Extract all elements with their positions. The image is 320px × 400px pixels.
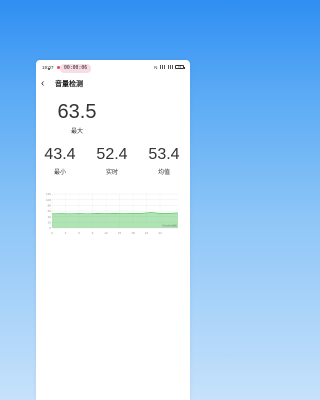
y-tick-label: 100 bbox=[46, 198, 51, 202]
y-tick-label: 40 bbox=[48, 215, 52, 219]
status-left: 19:07 bbox=[42, 65, 60, 70]
dot-icon bbox=[48, 68, 50, 70]
max-label: 最大 bbox=[70, 129, 83, 135]
stat-min: 43.4 最小 bbox=[38, 146, 82, 176]
wifi-icon bbox=[160, 65, 165, 69]
timer-badge: 00:00:06 bbox=[60, 64, 92, 73]
battery-level: 73 bbox=[177, 65, 182, 69]
x-tick-label: 0 bbox=[51, 231, 53, 235]
stat-realtime-label: 实时 bbox=[105, 170, 118, 176]
status-right: N 73 bbox=[154, 64, 185, 70]
x-tick-label: 15 bbox=[118, 231, 122, 235]
battery-icon: 73 bbox=[175, 64, 185, 70]
x-tick-label: 6 bbox=[78, 231, 80, 235]
y-tick-label: 80 bbox=[48, 204, 52, 208]
x-tick-label: 9 bbox=[92, 231, 94, 235]
decibel-chart-svg: 1201008060402000 3 6 9 12 15 18 21 24Decibel(dB) bbox=[46, 192, 179, 235]
stat-average-value: 53.4 bbox=[148, 146, 180, 163]
nfc-icon: N bbox=[154, 64, 158, 70]
signal-icon bbox=[167, 65, 173, 69]
stat-average: 53.4 均值 bbox=[142, 146, 186, 176]
y-tick-label: 60 bbox=[48, 209, 52, 213]
x-tick-label: 24 bbox=[158, 231, 162, 235]
y-tick-label: 20 bbox=[48, 221, 52, 225]
x-tick-label: 21 bbox=[145, 231, 149, 235]
y-tick-label: 0 bbox=[49, 226, 51, 230]
stat-min-label: 最小 bbox=[53, 170, 66, 176]
chevron-left-icon[interactable]: ‹ bbox=[41, 79, 51, 89]
x-tick-label: 12 bbox=[104, 231, 108, 235]
y-tick-label: 120 bbox=[46, 192, 51, 196]
chart-annotation: Decibel(dB) bbox=[162, 224, 177, 228]
area-fill bbox=[52, 212, 178, 228]
header: ‹ 音量检测 bbox=[36, 74, 190, 94]
x-tick-label: 18 bbox=[131, 231, 135, 235]
stat-realtime-value: 52.4 bbox=[96, 146, 128, 163]
stat-average-label: 均值 bbox=[157, 170, 170, 176]
page-title: 音量检测 bbox=[55, 81, 83, 88]
stat-realtime: 52.4 实时 bbox=[90, 146, 134, 176]
stat-min-value: 43.4 bbox=[44, 146, 76, 163]
stats-row: 43.4 最小 52.4 实时 53.4 均值 bbox=[0, 146, 179, 176]
max-value: 63.5 bbox=[57, 101, 97, 123]
x-tick-label: 3 bbox=[65, 231, 67, 235]
decibel-chart: 120 100 80 60 40 20 0 0 3 6 9 12 15 18 21 24 Decibel(dB) bbox=[44, 192, 182, 236]
